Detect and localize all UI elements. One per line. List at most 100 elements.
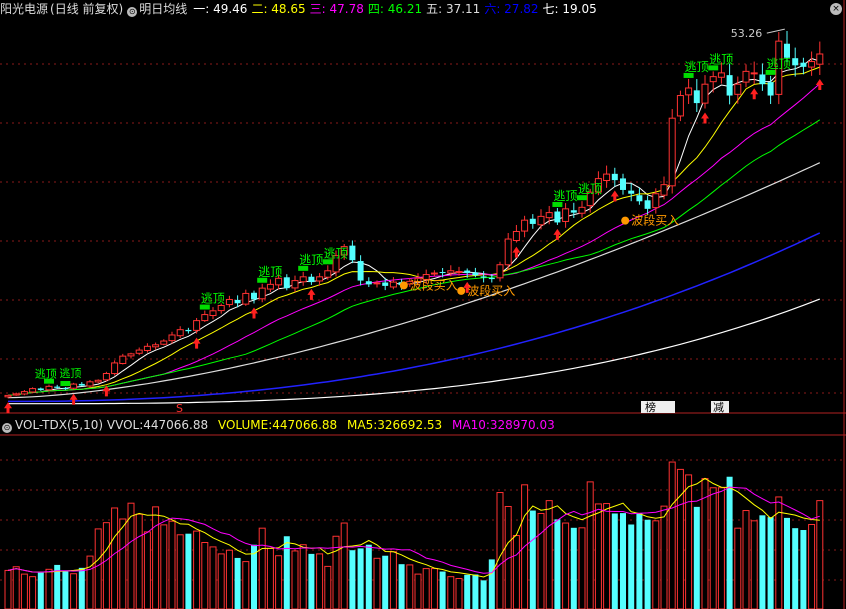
volume-bar (447, 576, 455, 609)
volume-bar (537, 512, 545, 609)
candle (636, 195, 643, 202)
high-price-pointer (766, 28, 785, 34)
volume-bar (111, 507, 119, 609)
volume-bar (176, 534, 184, 609)
buy-arrow (815, 78, 824, 90)
candle (324, 270, 332, 278)
candle (127, 353, 135, 357)
candle (357, 261, 364, 281)
volume-bar (800, 530, 807, 609)
volume-bar (750, 520, 758, 609)
escape-label: 逃顶 (685, 60, 709, 74)
candle (701, 83, 709, 104)
volume-bar (209, 546, 217, 609)
buy-arrow (750, 88, 759, 100)
volume-bar (258, 527, 266, 609)
volume-bar (586, 481, 594, 609)
volume-bar (406, 564, 414, 609)
volume-bar (217, 553, 225, 609)
candle (726, 75, 733, 96)
volume-bar (86, 555, 94, 609)
candle (644, 200, 651, 209)
candle (119, 355, 127, 365)
volume-bar (29, 576, 37, 609)
candle (152, 344, 160, 348)
candle (209, 310, 217, 317)
ma-line-3 (7, 83, 821, 396)
buy-arrow (512, 246, 521, 258)
volume-bar (464, 574, 471, 609)
volume-bar (644, 519, 651, 609)
volume-bar (12, 566, 20, 609)
candle (709, 76, 717, 83)
volume-bar (160, 524, 168, 609)
volume-bar (734, 527, 742, 609)
volume-bar (668, 461, 676, 609)
candle (717, 72, 725, 78)
volume-bar (685, 474, 693, 609)
volume-bar (283, 536, 290, 609)
candle (389, 281, 397, 288)
candle (20, 391, 28, 395)
candle (759, 74, 766, 85)
candle (767, 82, 774, 96)
candle (545, 212, 553, 219)
buy-arrow (701, 112, 709, 124)
escape-label: 逃顶 (324, 246, 348, 260)
volume-bar (78, 567, 85, 609)
volume-bar (324, 565, 332, 609)
volume-bar (611, 513, 618, 609)
volume-bar (398, 564, 405, 609)
candle (472, 272, 479, 276)
volume-bar (152, 506, 160, 609)
candle (160, 340, 168, 345)
buy-label: 波段买入 (467, 283, 515, 298)
candle (447, 270, 455, 274)
candle (537, 215, 545, 226)
volume-bar (620, 513, 626, 609)
escape-label: 逃顶 (767, 57, 791, 71)
candle (562, 208, 570, 222)
escape-label: 逃顶 (35, 368, 57, 381)
candle (225, 298, 233, 306)
event-marker-jian: 减 (713, 401, 724, 414)
candle (742, 70, 750, 83)
volume-bar (570, 527, 577, 609)
candle (521, 219, 529, 232)
candle (45, 385, 53, 391)
volume-bar (291, 550, 299, 609)
volume-bar (4, 569, 12, 609)
volume-bar (726, 476, 733, 609)
volume-bar (529, 510, 536, 609)
volume-bar (562, 522, 570, 609)
volume-bar (488, 559, 495, 609)
volume-bar (545, 500, 553, 609)
volume-bar (636, 513, 643, 609)
candle (54, 386, 61, 388)
candle (685, 87, 693, 96)
volume-bar (340, 522, 348, 609)
candle (201, 314, 209, 322)
kline-chart[interactable]: 逃顶逃顶逃顶 逃顶逃顶 逃顶逃顶逃顶 逃顶逃顶 逃顶波段买入 波段买入波段买入53.26S… (0, 0, 846, 609)
volume-bar (349, 550, 356, 609)
candle (168, 334, 176, 342)
candle (275, 277, 283, 286)
volume-bar (62, 571, 69, 609)
candle (430, 272, 438, 275)
escape-label: 逃顶 (553, 189, 577, 203)
buy-star (621, 216, 630, 225)
candle (464, 270, 471, 274)
candle (86, 381, 94, 387)
candle (660, 184, 668, 196)
candle (816, 53, 824, 65)
volume-bar (234, 557, 241, 609)
candle (217, 305, 225, 312)
volume-bar (308, 553, 315, 609)
candle (496, 264, 504, 279)
volume-bar (242, 561, 250, 609)
candle (439, 272, 446, 274)
candle (251, 292, 257, 300)
buy-label: 波段买入 (631, 213, 679, 228)
volume-bar (299, 544, 307, 609)
volume-bar (37, 572, 44, 609)
